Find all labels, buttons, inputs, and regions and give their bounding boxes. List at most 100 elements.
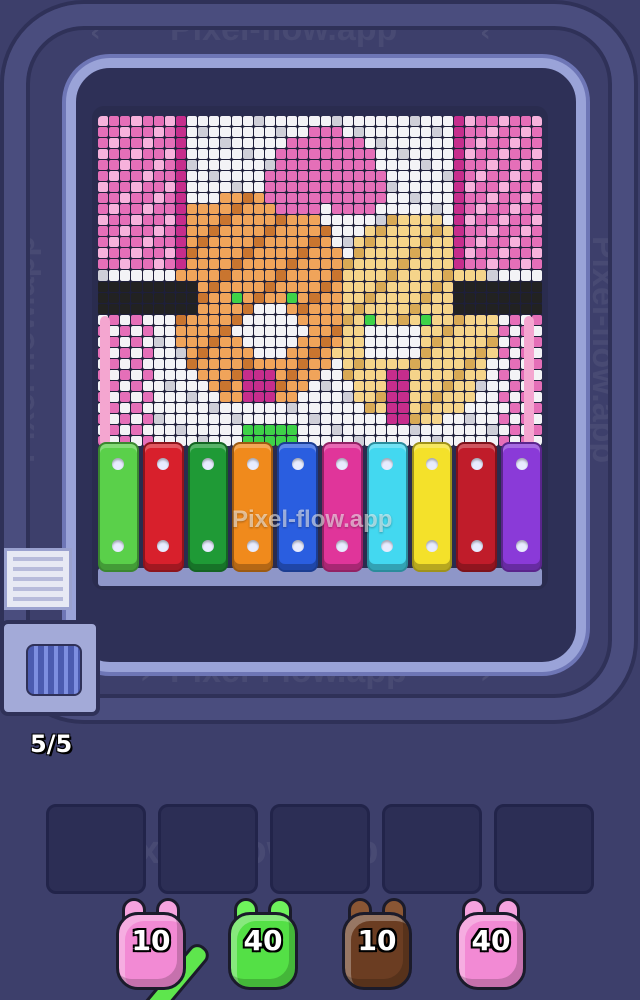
pixel xyxy=(376,314,387,325)
slot-1[interactable] xyxy=(46,804,146,894)
pixel xyxy=(387,314,398,325)
pixel xyxy=(353,347,364,358)
pixel xyxy=(253,237,264,248)
pixel xyxy=(487,204,498,215)
pixel xyxy=(409,270,420,281)
pixel xyxy=(175,215,186,226)
pixel xyxy=(142,127,153,138)
shooter-pig-4[interactable]: 40 xyxy=(452,898,530,990)
pixel xyxy=(376,292,387,303)
pixel xyxy=(276,402,287,413)
pixel xyxy=(298,325,309,336)
pixel xyxy=(398,193,409,204)
pixel xyxy=(353,303,364,314)
pixel xyxy=(153,226,164,237)
pixel xyxy=(120,369,131,380)
pixel xyxy=(398,226,409,237)
shooter-pig-1[interactable]: 10 xyxy=(112,898,190,990)
pixel xyxy=(231,259,242,270)
pixel xyxy=(509,424,520,435)
slot-2[interactable] xyxy=(158,804,258,894)
pixel xyxy=(531,248,542,259)
pixel xyxy=(409,237,420,248)
pixel xyxy=(387,281,398,292)
slot-4[interactable] xyxy=(382,804,482,894)
pixel xyxy=(164,171,175,182)
pixel xyxy=(120,391,131,402)
pixel xyxy=(387,127,398,138)
pixel xyxy=(331,303,342,314)
pixel xyxy=(376,237,387,248)
pixel xyxy=(120,380,131,391)
pixel xyxy=(465,325,476,336)
pixel xyxy=(276,413,287,424)
pixel xyxy=(120,215,131,226)
pixel xyxy=(454,193,465,204)
pixel xyxy=(187,204,198,215)
pixel xyxy=(520,149,531,160)
pixel xyxy=(320,303,331,314)
pixel xyxy=(120,336,131,347)
slot-5[interactable] xyxy=(494,804,594,894)
xylophone-bar xyxy=(411,442,453,572)
pixel xyxy=(376,182,387,193)
pixel xyxy=(164,292,175,303)
pixel xyxy=(331,138,342,149)
pixel xyxy=(231,347,242,358)
pixel xyxy=(187,413,198,424)
pixel xyxy=(98,248,109,259)
pixel xyxy=(142,215,153,226)
pixel xyxy=(175,182,186,193)
pixel xyxy=(220,259,231,270)
pixel xyxy=(520,127,531,138)
pixel xyxy=(264,127,275,138)
pixel xyxy=(109,270,120,281)
pixel xyxy=(465,270,476,281)
pixel xyxy=(120,193,131,204)
pixel xyxy=(209,149,220,160)
progress-counter: 5/5 xyxy=(30,730,73,758)
spool-icon[interactable] xyxy=(0,620,100,716)
pixel xyxy=(98,138,109,149)
pixel xyxy=(142,292,153,303)
pixel xyxy=(509,248,520,259)
pixel xyxy=(431,303,442,314)
pixel xyxy=(431,380,442,391)
pixel xyxy=(242,138,253,149)
pixel xyxy=(198,149,209,160)
shooter-pig-3[interactable]: 10 xyxy=(338,898,416,990)
pixel xyxy=(442,215,453,226)
pixel xyxy=(420,127,431,138)
pixel xyxy=(253,248,264,259)
pixel xyxy=(365,292,376,303)
pixel xyxy=(131,171,142,182)
pixel xyxy=(175,270,186,281)
shooter-ammo: 40 xyxy=(471,924,511,957)
xylophone-bar xyxy=(98,442,139,572)
pixel xyxy=(531,259,542,270)
pixel xyxy=(198,314,209,325)
pixel xyxy=(309,270,320,281)
pixel xyxy=(420,369,431,380)
pixel xyxy=(253,193,264,204)
pixel xyxy=(387,391,398,402)
pixel xyxy=(253,347,264,358)
pixel xyxy=(187,314,198,325)
pixel xyxy=(198,193,209,204)
slot-3[interactable] xyxy=(270,804,370,894)
pixel xyxy=(498,248,509,259)
pixel xyxy=(220,303,231,314)
pixel xyxy=(164,138,175,149)
pixel xyxy=(387,413,398,424)
pixel xyxy=(264,325,275,336)
pixel xyxy=(153,215,164,226)
pixel xyxy=(209,336,220,347)
pixel xyxy=(220,281,231,292)
pixel xyxy=(520,281,531,292)
pixel xyxy=(476,314,487,325)
pixel xyxy=(98,116,109,127)
shooter-pig-2[interactable]: 40 xyxy=(224,898,302,990)
pixel xyxy=(387,380,398,391)
pixel xyxy=(420,149,431,160)
pixel xyxy=(198,259,209,270)
